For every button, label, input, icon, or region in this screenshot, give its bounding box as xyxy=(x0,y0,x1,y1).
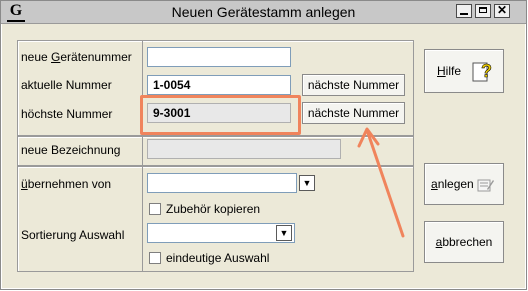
dialog-window: G Neuen Gerätestamm anlegen neue Geräten… xyxy=(0,0,527,290)
annotation-arrow-icon xyxy=(357,127,405,238)
